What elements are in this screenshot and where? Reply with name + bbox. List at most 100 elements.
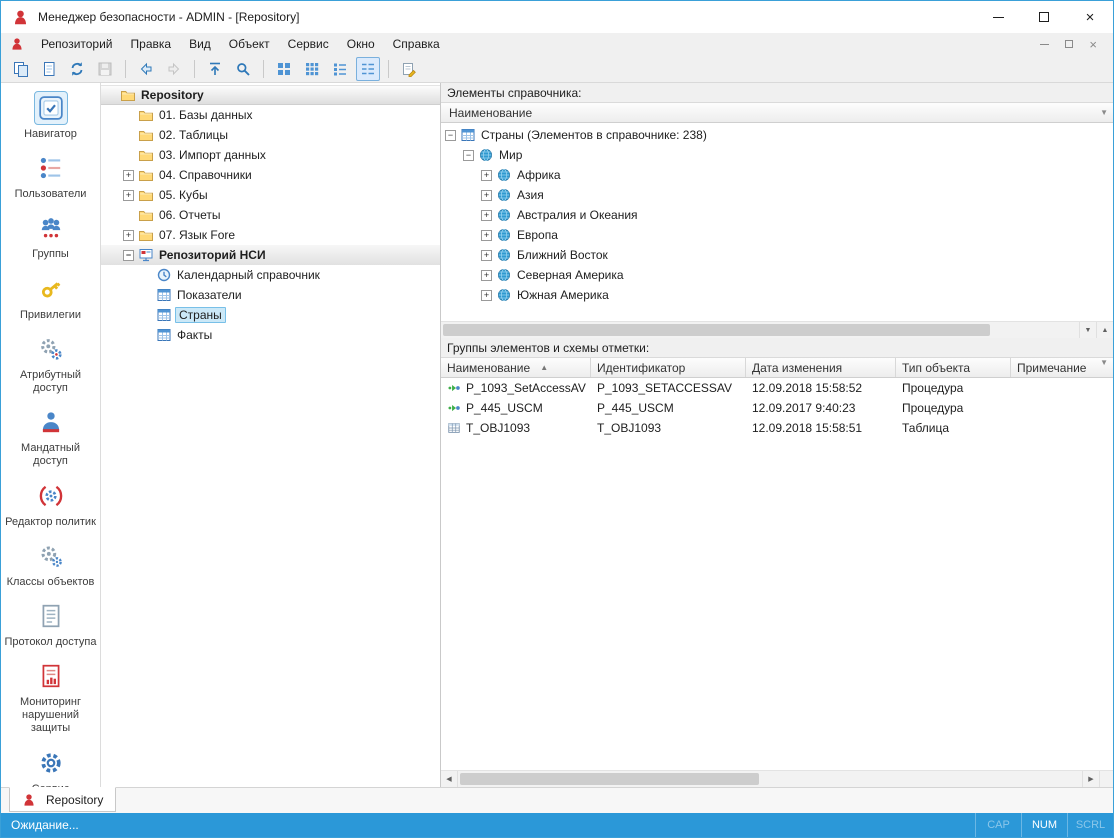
list-view-button[interactable] <box>328 57 352 81</box>
dictionary-element-item[interactable]: +Южная Америка <box>441 285 1113 305</box>
row-down-button[interactable]: ▼ <box>1079 322 1096 338</box>
sidebar-item-users[interactable]: Пользователи <box>1 151 100 201</box>
sidebar-item-attribute-access[interactable]: Атрибутный доступ <box>1 332 100 395</box>
repository-tree-item[interactable]: 02. Таблицы <box>101 125 440 145</box>
scrollbar-thumb[interactable] <box>443 324 990 336</box>
collapse-toggle[interactable]: − <box>445 130 456 141</box>
save-button[interactable] <box>93 57 117 81</box>
expand-toggle[interactable]: + <box>481 190 492 201</box>
menu-item-7[interactable]: Справка <box>384 33 449 55</box>
sidebar-item-privileges[interactable]: Привилегии <box>1 272 100 322</box>
cell-object-type: Процедура <box>896 398 1011 418</box>
menu-item-4[interactable]: Объект <box>220 33 279 55</box>
collapse-toggle[interactable]: − <box>123 250 134 261</box>
expand-toggle[interactable]: + <box>481 170 492 181</box>
column-header-3[interactable]: Дата изменения <box>746 358 896 377</box>
expand-toggle[interactable]: + <box>481 210 492 221</box>
expand-toggle[interactable]: + <box>123 230 134 241</box>
repository-tree-item-label: Репозиторий НСИ <box>159 248 266 262</box>
sidebar-item-policy-editor[interactable]: Редактор политик <box>1 479 100 529</box>
mdi-minimize-button[interactable] <box>1040 44 1049 45</box>
dictionary-element-item[interactable]: +Африка <box>441 165 1113 185</box>
repository-tree-item[interactable]: 03. Импорт данных <box>101 145 440 165</box>
elements-horizontal-scrollbar[interactable]: ▼ ▲ <box>441 321 1113 338</box>
dictionary-element-item[interactable]: −Страны (Элементов в справочнике: 238) <box>441 125 1113 145</box>
collapse-toggle[interactable]: − <box>463 150 474 161</box>
elements-column-header[interactable]: Наименование ▼ <box>441 103 1113 123</box>
table-row[interactable]: T_OBJ1093T_OBJ109312.09.2018 15:58:51Таб… <box>441 418 1113 438</box>
dictionary-element-item[interactable]: +Северная Америка <box>441 265 1113 285</box>
repository-tree-item[interactable]: +05. Кубы <box>101 185 440 205</box>
move-up-button[interactable] <box>203 57 227 81</box>
back-button[interactable] <box>134 57 158 81</box>
dictionary-element-item[interactable]: +Ближний Восток <box>441 245 1113 265</box>
repository-tree-item[interactable]: Repository <box>101 85 440 105</box>
menu-item-3[interactable]: Вид <box>180 33 220 55</box>
column-header-1[interactable]: Наименование▲ <box>441 358 591 377</box>
dictionary-element-item[interactable]: +Европа <box>441 225 1113 245</box>
expand-toggle[interactable]: + <box>123 170 134 181</box>
sidebar-item-mandatory-access[interactable]: Мандатный доступ <box>1 405 100 468</box>
menu-item-2[interactable]: Правка <box>122 33 181 55</box>
tree-indent <box>101 155 123 156</box>
large-icons-view-button[interactable] <box>272 57 296 81</box>
repository-tree-item[interactable]: Календарный справочник <box>101 265 440 285</box>
expand-toggle[interactable]: + <box>481 250 492 261</box>
sidebar-item-navigator[interactable]: Навигатор <box>1 91 100 141</box>
repository-tree-item[interactable]: Показатели <box>101 285 440 305</box>
maximize-button[interactable] <box>1021 1 1067 33</box>
filter-dropdown-icon[interactable]: ▼ <box>1100 108 1108 117</box>
expand-toggle[interactable]: + <box>481 290 492 301</box>
small-icons-view-button[interactable] <box>300 57 324 81</box>
table-row[interactable]: P_1093_SetAccessAVP_1093_SETACCESSAV12.0… <box>441 378 1113 398</box>
sidebar-item-object-classes[interactable]: Классы объектов <box>1 539 100 589</box>
tree-indent <box>441 295 481 296</box>
mdi-close-button[interactable]: × <box>1089 38 1097 51</box>
close-button[interactable]: × <box>1067 1 1113 33</box>
minimize-button[interactable] <box>975 1 1021 33</box>
repository-tree-item[interactable]: +04. Справочники <box>101 165 440 185</box>
refresh-button[interactable] <box>65 57 89 81</box>
mdi-restore-button[interactable] <box>1065 40 1073 48</box>
properties-button[interactable] <box>397 57 421 81</box>
column-header-4[interactable]: Тип объекта <box>896 358 1011 377</box>
scroll-right-button[interactable]: ▶ <box>1082 771 1099 787</box>
row-up-button[interactable]: ▲ <box>1096 322 1113 338</box>
expand-toggle[interactable]: + <box>481 230 492 241</box>
groups-horizontal-scrollbar[interactable]: ◀ ▶ <box>441 770 1113 787</box>
details-view-button[interactable] <box>356 57 380 81</box>
tab-repository[interactable]: Repository <box>9 787 116 812</box>
sidebar-item-security-monitoring[interactable]: Мониторинг нарушений защиты <box>1 659 100 736</box>
dictionary-element-item[interactable]: −Мир <box>441 145 1113 165</box>
scrollbar-track[interactable] <box>459 772 1081 786</box>
repository-tree-item[interactable]: Страны <box>101 305 440 325</box>
sidebar-item-service[interactable]: Сервис <box>1 746 100 787</box>
procedure-icon <box>447 381 461 395</box>
repository-tree-item[interactable]: − Репозиторий НСИ <box>101 245 440 265</box>
new-document-button[interactable] <box>37 57 61 81</box>
menu-item-5[interactable]: Сервис <box>279 33 338 55</box>
dictionary-element-item[interactable]: + Азия <box>441 185 1113 205</box>
dictionary-element-item-label: Азия <box>517 188 544 202</box>
scrollbar-track[interactable] <box>442 323 1078 337</box>
menu-item-6[interactable]: Окно <box>338 33 384 55</box>
column-header-2[interactable]: Идентификатор <box>591 358 746 377</box>
search-button[interactable] <box>231 57 255 81</box>
scrollbar-thumb[interactable] <box>460 773 759 785</box>
repository-tree-item[interactable]: 06. Отчеты <box>101 205 440 225</box>
copy-document-button[interactable] <box>9 57 33 81</box>
repository-tree-item[interactable]: Факты <box>101 325 440 345</box>
sidebar-item-groups[interactable]: Группы <box>1 211 100 261</box>
forward-button[interactable] <box>162 57 186 81</box>
dictionary-element-item[interactable]: +Австралия и Океания <box>441 205 1113 225</box>
table-row[interactable]: P_445_USCMP_445_USCM12.09.2017 9:40:23Пр… <box>441 398 1113 418</box>
menu-item-1[interactable]: Репозиторий <box>32 33 122 55</box>
expand-toggle[interactable]: + <box>481 270 492 281</box>
expand-toggle[interactable]: + <box>123 190 134 201</box>
filter-dropdown-icon[interactable]: ▼ <box>1100 358 1108 367</box>
scroll-left-button[interactable]: ◀ <box>441 771 458 787</box>
repository-tree-item[interactable]: 01. Базы данных <box>101 105 440 125</box>
column-header-5[interactable]: Примечание <box>1011 358 1113 377</box>
sidebar-item-access-protocol[interactable]: Протокол доступа <box>1 599 100 649</box>
repository-tree-item[interactable]: +07. Язык Fore <box>101 225 440 245</box>
